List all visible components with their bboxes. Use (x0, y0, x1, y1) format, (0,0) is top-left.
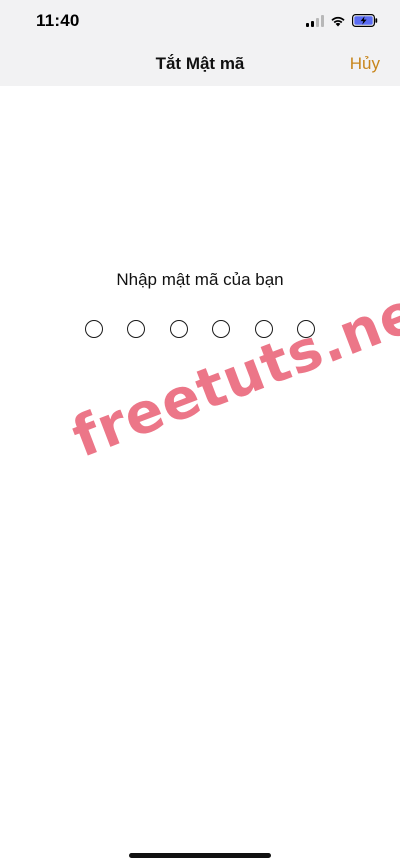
wifi-icon (330, 15, 346, 27)
passcode-dot (84, 320, 103, 338)
battery-charging-icon (352, 14, 378, 27)
cancel-button[interactable]: Hủy (350, 54, 380, 74)
nav-title: Tắt Mật mã (155, 54, 245, 73)
passcode-dot (212, 320, 231, 338)
status-time: 11:40 (36, 11, 80, 30)
home-indicator (129, 853, 271, 858)
passcode-prompt: Nhập mật mã của bạn (116, 270, 284, 289)
cellular-signal-icon (306, 14, 324, 27)
passcode-dot (169, 320, 188, 338)
status-bar: 11:40 (0, 0, 400, 44)
nav-bar: Tắt Mật mã Hủy (0, 44, 400, 86)
watermark: freetuts.net (64, 269, 400, 471)
status-icons (306, 14, 378, 27)
passcode-dot (127, 320, 146, 338)
